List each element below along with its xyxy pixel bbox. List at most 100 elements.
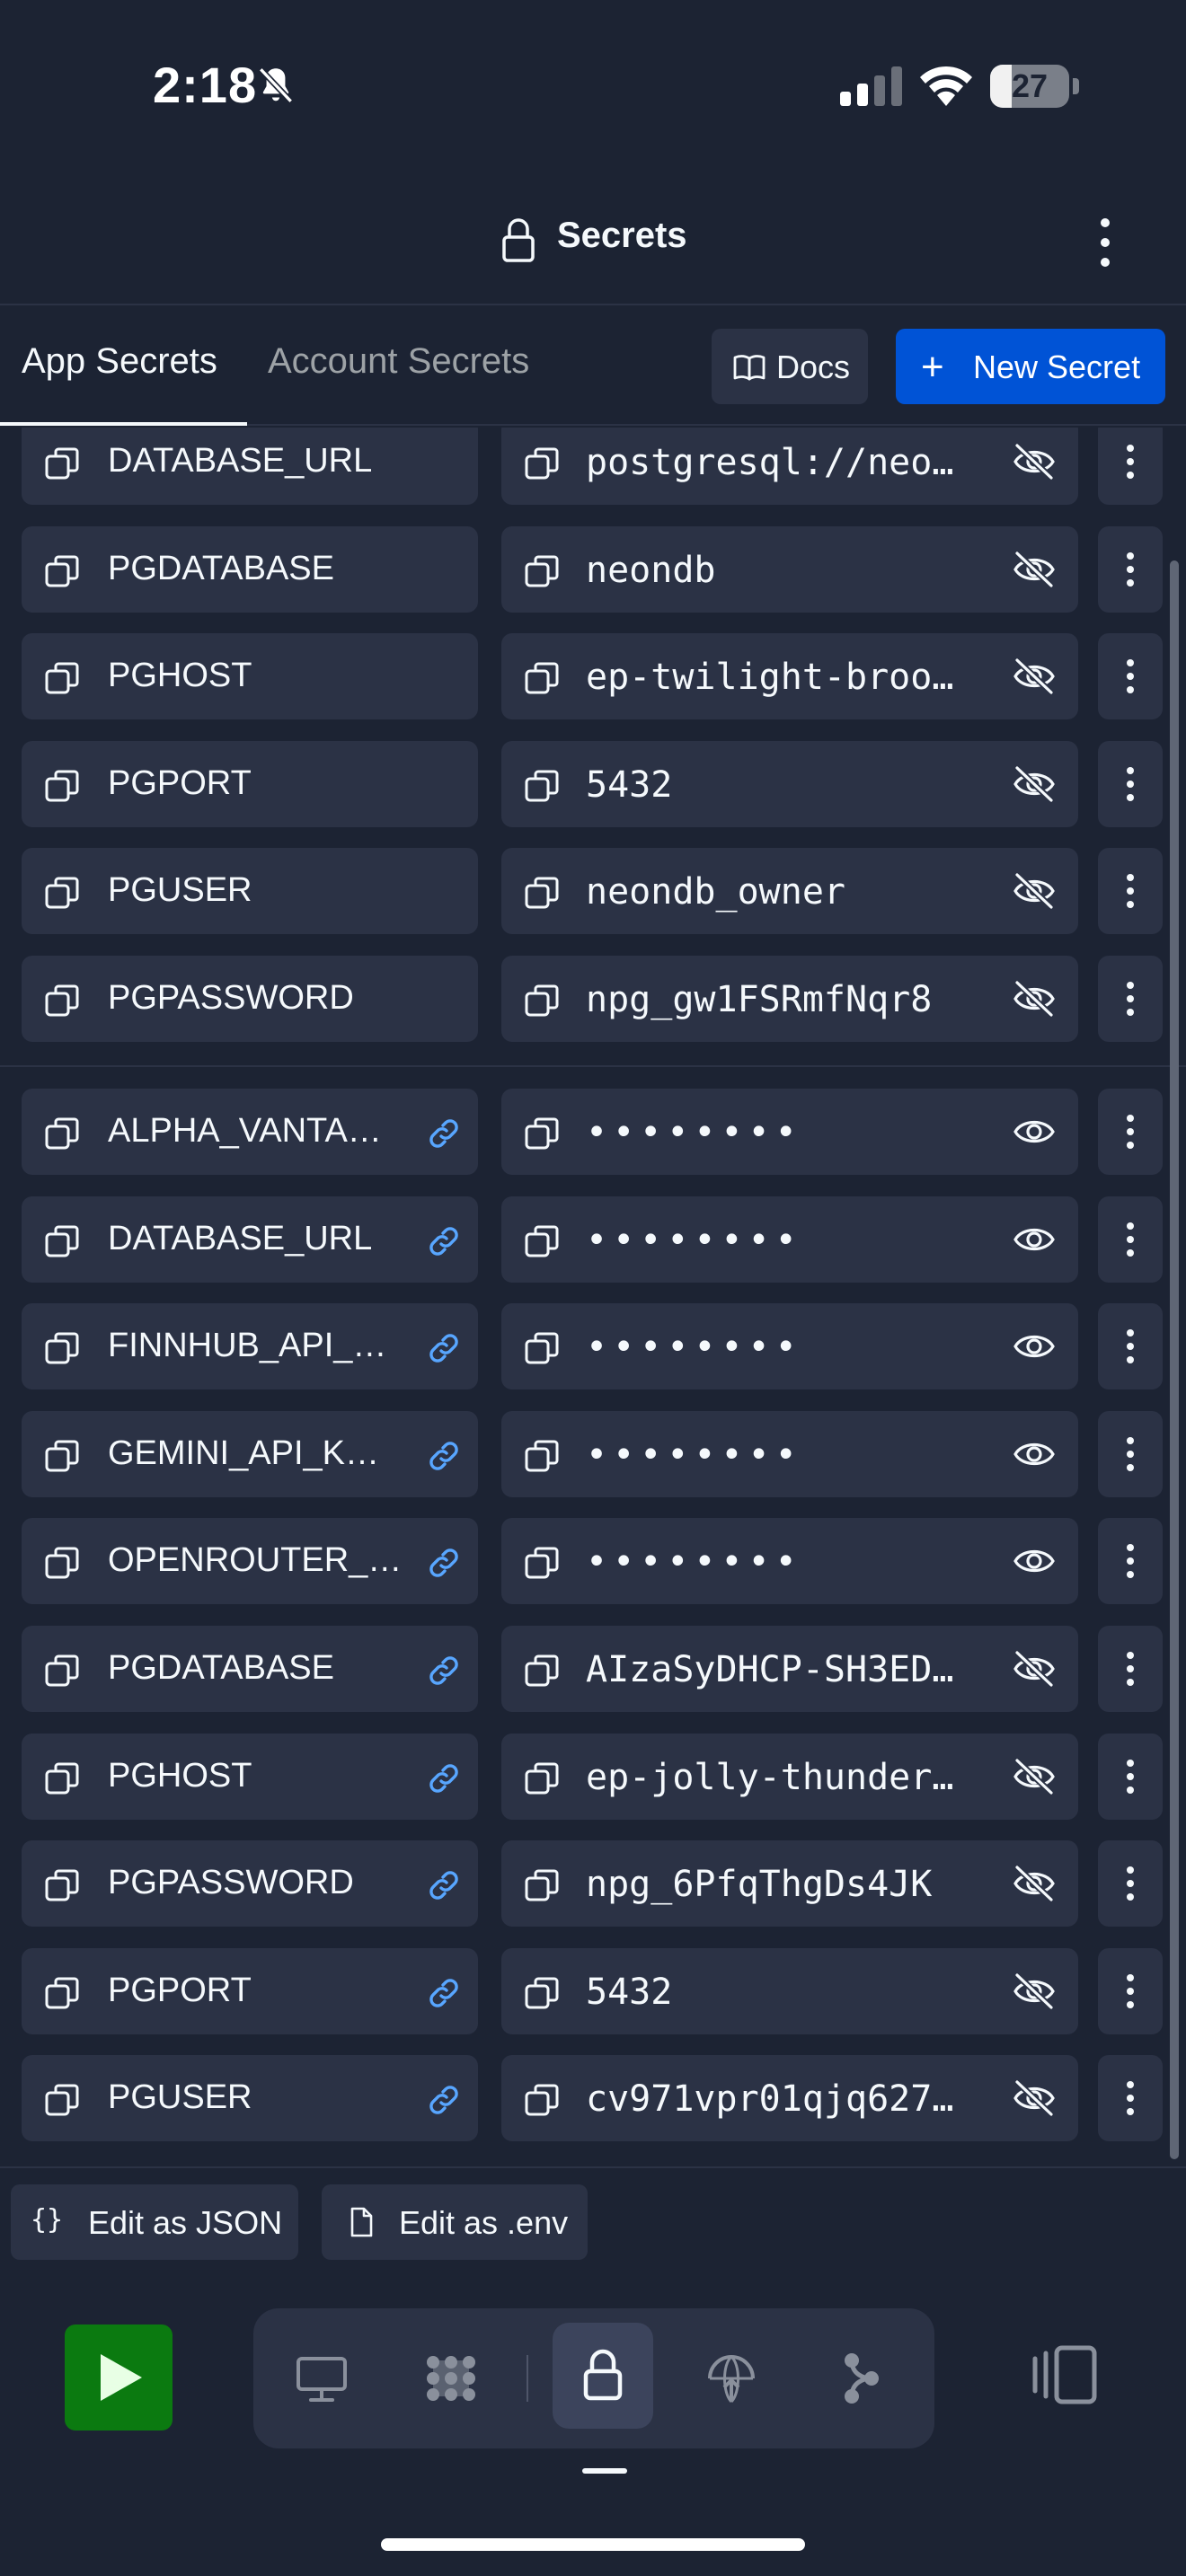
copy-icon[interactable] (43, 1759, 83, 1798)
secret-value-field[interactable]: postgresql://neo… (501, 428, 1078, 505)
eye-off-icon[interactable] (1012, 1649, 1057, 1689)
copy-icon[interactable] (523, 766, 562, 806)
secret-key-field[interactable]: PGPASSWORD (22, 1840, 478, 1928)
secret-menu-button[interactable] (1098, 1840, 1163, 1928)
copy-icon[interactable] (43, 1543, 83, 1583)
run-button[interactable] (65, 2325, 173, 2430)
secret-menu-button[interactable] (1098, 848, 1163, 935)
secret-menu-button[interactable] (1098, 525, 1163, 613)
copy-icon[interactable] (523, 873, 562, 913)
copy-icon[interactable] (43, 1651, 83, 1690)
secret-key-field[interactable]: PGPORT (22, 1947, 478, 2034)
edit-as-env-button[interactable]: Edit as .env (322, 2184, 588, 2260)
more-vertical-icon[interactable] (1087, 207, 1123, 278)
copy-icon[interactable] (43, 873, 83, 913)
eye-off-icon[interactable] (1012, 764, 1057, 804)
secret-value-field[interactable]: neondb (501, 525, 1078, 613)
tab-account-secrets[interactable]: Account Secrets (268, 341, 529, 382)
copy-icon[interactable] (43, 658, 83, 698)
secret-key-field[interactable]: ALPHA_VANTA… (22, 1089, 478, 1175)
secret-value-field[interactable]: •••••••• (501, 1089, 1078, 1175)
home-indicator[interactable] (381, 2538, 805, 2551)
eye-icon[interactable] (1012, 1220, 1057, 1259)
secret-key-field[interactable]: GEMINI_API_K… (22, 1410, 478, 1497)
secrets-tool[interactable] (553, 2323, 653, 2429)
copy-icon[interactable] (43, 1436, 83, 1476)
secret-value-field[interactable]: ep-twilight-broo… (501, 633, 1078, 720)
secret-key-field[interactable]: PGPORT (22, 740, 478, 827)
secret-menu-button[interactable] (1098, 633, 1163, 720)
secret-menu-button[interactable] (1098, 956, 1163, 1042)
eye-icon[interactable] (1012, 1434, 1057, 1474)
secret-value-field[interactable]: AIzaSyDHCP-SH3ED… (501, 1626, 1078, 1712)
copy-icon[interactable] (43, 766, 83, 806)
secret-value-field[interactable]: •••••••• (501, 1410, 1078, 1497)
copy-icon[interactable] (43, 2080, 83, 2120)
workflow-tool[interactable] (401, 2333, 501, 2423)
eye-off-icon[interactable] (1012, 1972, 1057, 2011)
copy-icon[interactable] (43, 981, 83, 1020)
secret-value-field[interactable]: •••••••• (501, 1303, 1078, 1390)
copy-icon[interactable] (523, 551, 562, 591)
secret-menu-button[interactable] (1098, 1410, 1163, 1497)
secret-value-field[interactable]: •••••••• (501, 1518, 1078, 1605)
git-tool[interactable] (809, 2333, 909, 2423)
eye-off-icon[interactable] (1012, 2078, 1057, 2118)
secret-menu-button[interactable] (1098, 1518, 1163, 1605)
edit-as-json-button[interactable]: {} Edit as JSON (11, 2184, 298, 2260)
eye-off-icon[interactable] (1012, 979, 1057, 1019)
copy-icon[interactable] (523, 658, 562, 698)
secret-key-field[interactable]: PGUSER (22, 2055, 478, 2142)
secret-value-field[interactable]: 5432 (501, 740, 1078, 827)
copy-icon[interactable] (523, 1973, 562, 2013)
secret-menu-button[interactable] (1098, 1089, 1163, 1175)
eye-off-icon[interactable] (1012, 871, 1057, 911)
secret-key-field[interactable]: PGHOST (22, 1733, 478, 1820)
copy-icon[interactable] (43, 551, 83, 591)
copy-icon[interactable] (523, 1866, 562, 1905)
eye-icon[interactable] (1012, 1541, 1057, 1581)
copy-icon[interactable] (523, 1114, 562, 1153)
secret-menu-button[interactable] (1098, 1303, 1163, 1390)
copy-icon[interactable] (43, 1866, 83, 1905)
copy-icon[interactable] (523, 1222, 562, 1261)
secret-key-field[interactable]: OPENROUTER_… (22, 1518, 478, 1605)
eye-off-icon[interactable] (1012, 1864, 1057, 1903)
secrets-list[interactable]: DATABASE_URL postgresql://neo… PGDATABASE n… (0, 428, 1186, 2166)
copy-icon[interactable] (43, 1114, 83, 1153)
secret-menu-button[interactable] (1098, 1195, 1163, 1283)
secret-value-field[interactable]: cv971vpr01qjq627… (501, 2055, 1078, 2142)
copy-icon[interactable] (523, 444, 562, 483)
eye-off-icon[interactable] (1012, 1757, 1057, 1796)
copy-icon[interactable] (43, 1328, 83, 1368)
copy-icon[interactable] (523, 2080, 562, 2120)
secret-value-field[interactable]: neondb_owner (501, 848, 1078, 935)
copy-icon[interactable] (523, 1759, 562, 1798)
tab-app-secrets[interactable]: App Secrets (22, 341, 217, 382)
copy-icon[interactable] (523, 981, 562, 1020)
docs-button[interactable]: Docs (712, 329, 868, 404)
secret-key-field[interactable]: PGDATABASE (22, 525, 478, 613)
secret-menu-button[interactable] (1098, 428, 1163, 505)
copy-icon[interactable] (43, 1973, 83, 2013)
eye-icon[interactable] (1012, 1327, 1057, 1366)
eye-icon[interactable] (1012, 1112, 1057, 1151)
secret-value-field[interactable]: ep-jolly-thunder… (501, 1733, 1078, 1820)
eye-off-icon[interactable] (1012, 550, 1057, 589)
desktop-tool[interactable] (271, 2333, 372, 2423)
secret-menu-button[interactable] (1098, 1947, 1163, 2034)
secret-key-field[interactable]: PGPASSWORD (22, 956, 478, 1042)
eye-off-icon[interactable] (1012, 657, 1057, 696)
secret-value-field[interactable]: 5432 (501, 1947, 1078, 2034)
secret-key-field[interactable]: PGUSER (22, 848, 478, 935)
layout-toggle-icon[interactable] (1031, 2342, 1100, 2407)
secret-value-field[interactable]: npg_gw1FSRmfNqr8 (501, 956, 1078, 1042)
copy-icon[interactable] (523, 1328, 562, 1368)
copy-icon[interactable] (523, 1543, 562, 1583)
copy-icon[interactable] (523, 1436, 562, 1476)
secret-menu-button[interactable] (1098, 2055, 1163, 2142)
copy-icon[interactable] (43, 444, 83, 483)
secret-value-field[interactable]: •••••••• (501, 1195, 1078, 1283)
secret-key-field[interactable]: FINNHUB_API_… (22, 1303, 478, 1390)
secret-menu-button[interactable] (1098, 1626, 1163, 1712)
